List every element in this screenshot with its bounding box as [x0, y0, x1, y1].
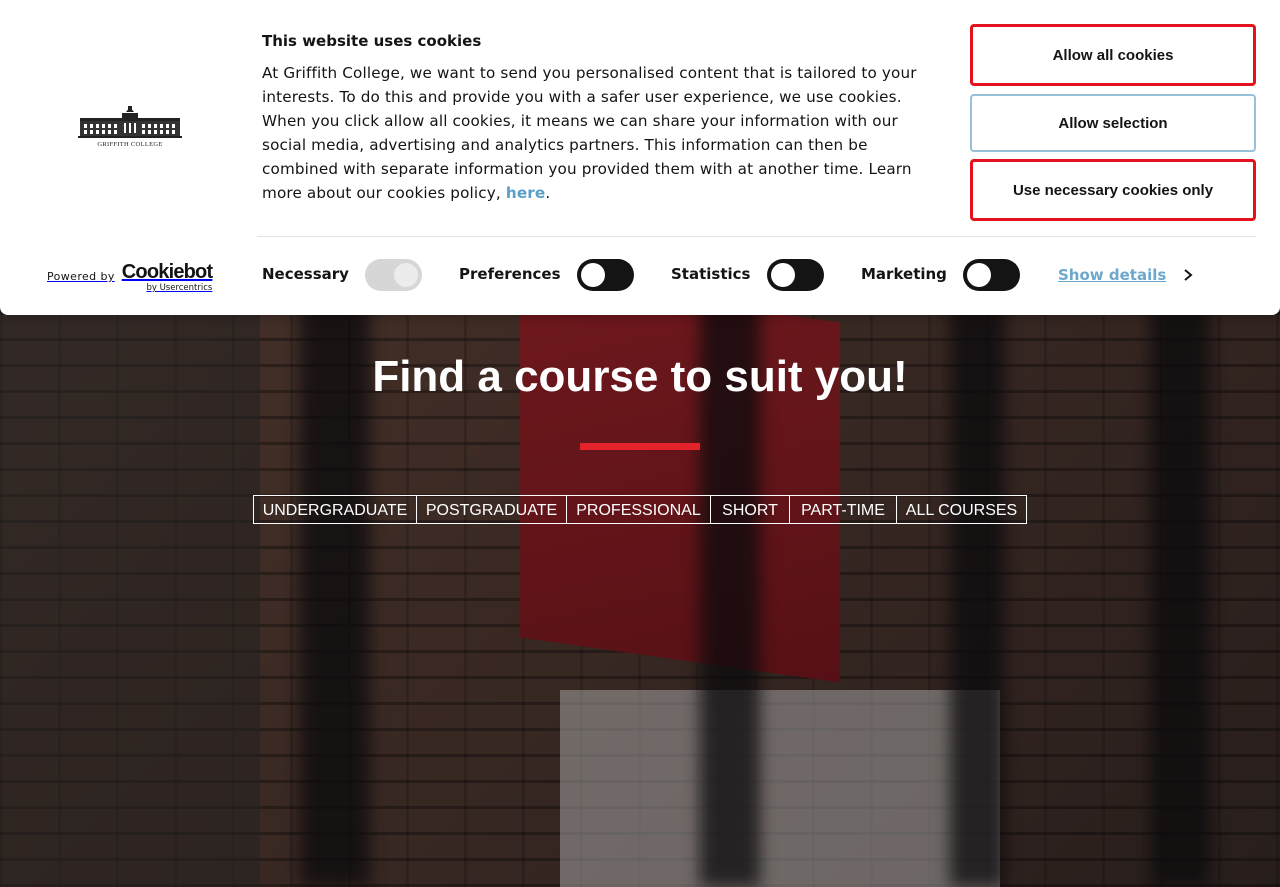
- tab-short[interactable]: SHORT: [711, 496, 790, 523]
- necessary-label: Necessary: [262, 265, 349, 283]
- toggle-knob: [581, 263, 605, 287]
- necessary-cookies-only-button[interactable]: Use necessary cookies only: [970, 159, 1256, 221]
- toggle-knob: [771, 263, 795, 287]
- show-details-link[interactable]: Show details: [1058, 266, 1194, 284]
- marketing-toggle[interactable]: [963, 259, 1020, 291]
- banner-description-text: At Griffith College, we want to send you…: [262, 64, 917, 202]
- tab-undergraduate[interactable]: UNDERGRADUATE: [254, 496, 417, 523]
- preferences-toggle[interactable]: [577, 259, 634, 291]
- banner-divider: [257, 236, 1256, 237]
- hero-title: Find a course to suit you!: [372, 352, 908, 401]
- course-type-tabs: UNDERGRADUATE POSTGRADUATE PROFESSIONAL …: [253, 495, 1027, 524]
- chevron-right-icon: [1184, 269, 1193, 281]
- logo-text: GRIFFITH COLLEGE: [97, 141, 163, 148]
- banner-description-end: .: [545, 184, 551, 202]
- tab-postgraduate[interactable]: POSTGRADUATE: [417, 496, 567, 523]
- banner-description: At Griffith College, we want to send you…: [262, 61, 932, 205]
- marketing-label: Marketing: [861, 265, 947, 283]
- griffith-college-logo: GRIFFITH COLLEGE: [76, 104, 184, 150]
- hero-title-underline: [580, 443, 700, 450]
- banner-title: This website uses cookies: [262, 32, 482, 50]
- toggle-knob: [394, 263, 418, 287]
- toggle-knob: [967, 263, 991, 287]
- college-building-icon: [78, 106, 182, 138]
- allow-all-cookies-button[interactable]: Allow all cookies: [970, 24, 1256, 86]
- necessary-toggle: [365, 259, 422, 291]
- tab-professional[interactable]: PROFESSIONAL: [567, 496, 711, 523]
- tab-all-courses[interactable]: ALL COURSES: [897, 496, 1026, 523]
- preferences-label: Preferences: [459, 265, 561, 283]
- show-details-label: Show details: [1058, 266, 1167, 284]
- cookie-consent-banner: GRIFFITH COLLEGE This website uses cooki…: [0, 0, 1280, 315]
- statistics-label: Statistics: [671, 265, 751, 283]
- tab-part-time[interactable]: PART-TIME: [790, 496, 897, 523]
- allow-selection-button[interactable]: Allow selection: [970, 94, 1256, 152]
- cookie-policy-link[interactable]: here: [506, 184, 546, 202]
- statistics-toggle[interactable]: [767, 259, 824, 291]
